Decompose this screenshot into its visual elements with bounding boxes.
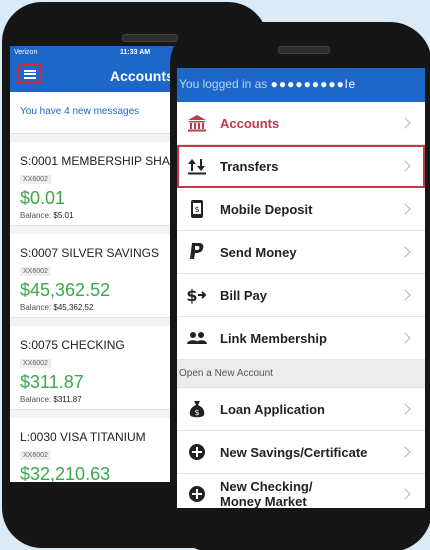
account-row[interactable]: S:0075 CHECKING XX6002 $311.87 Balance: … (10, 326, 186, 410)
menu-item-label-line1: New Checking/ (220, 478, 313, 494)
balance-value: $45,362.52 (53, 303, 94, 312)
balance-label: Balance: (20, 395, 52, 404)
account-balance: Balance: $5.01 (20, 211, 186, 220)
menu-item-label: Transfers (220, 158, 279, 174)
front-phone: You logged in as ●●●●●●●●●le Accounts Tr… (170, 22, 430, 550)
svg-text:$: $ (194, 205, 199, 214)
menu-item-accounts[interactable]: Accounts (177, 102, 425, 145)
svg-text:$: $ (186, 286, 197, 304)
carrier-label: Verizon (14, 49, 38, 56)
accounts-screen: Verizon 11:33 AM Accounts You have 4 new… (10, 46, 186, 482)
account-name: S:0075 CHECKING (20, 338, 125, 352)
menu-item-new-checking[interactable]: New Checking/Money Market (177, 474, 425, 508)
account-row[interactable]: S:0001 MEMBERSHIP SHARE XX6002 $0.01 Bal… (10, 142, 186, 226)
menu-item-loan-application[interactable]: $ Loan Application (177, 388, 425, 431)
chevron-right-icon (399, 117, 411, 129)
bank-icon (186, 112, 208, 134)
account-amount: $45,362.52 (20, 280, 111, 300)
account-number: XX6002 (20, 267, 51, 276)
chevron-right-icon (399, 487, 411, 500)
menu-item-label: Bill Pay (220, 287, 267, 303)
menu-item-label: New Savings/Certificate (220, 444, 368, 460)
account-name: L:0030 VISA TITANIUM (20, 430, 146, 444)
account-balance: Balance: $311.87 (20, 395, 186, 404)
account-amount: $32,210.63 (20, 464, 111, 482)
balance-value: $5.01 (53, 211, 74, 220)
menu-item-bill-pay[interactable]: $ Bill Pay (177, 274, 425, 317)
balance-label: Balance: (20, 211, 52, 220)
chevron-right-icon (399, 332, 411, 344)
chevron-right-icon (399, 246, 411, 258)
menu-item-label: Mobile Deposit (220, 201, 313, 217)
paypal-icon (186, 241, 208, 263)
phone-speaker (278, 46, 330, 54)
balance-label: Balance: (20, 303, 52, 312)
menu-item-transfers[interactable]: Transfers (177, 145, 425, 188)
status-bar: Verizon 11:33 AM (10, 46, 186, 60)
phone-speaker (122, 34, 178, 42)
svg-text:$: $ (194, 408, 199, 417)
logged-in-bar: You logged in as ●●●●●●●●●le (177, 68, 425, 102)
menu-item-label: Send Money (220, 244, 297, 260)
menu-item-label: Loan Application (220, 401, 325, 417)
account-amount: $0.01 (20, 188, 66, 208)
account-row[interactable]: L:0030 VISA TITANIUM XX6002 $32,210.63 (10, 418, 186, 482)
mobile-deposit-icon: $ (186, 198, 208, 220)
logged-in-text: You logged in as (179, 77, 268, 91)
account-number: XX6002 (20, 175, 51, 184)
account-number: XX6002 (20, 451, 51, 460)
page-title: Accounts (110, 68, 174, 84)
menu-item-send-money[interactable]: Send Money (177, 231, 425, 274)
account-amount: $311.87 (20, 372, 84, 392)
plus-circle-icon (186, 483, 208, 505)
chevron-right-icon (399, 403, 411, 415)
account-row[interactable]: S:0007 SILVER SAVINGS XX6002 $45,362.52 … (10, 234, 186, 318)
chevron-right-icon (399, 160, 411, 172)
hamburger-icon (24, 69, 36, 79)
account-number: XX6002 (20, 359, 51, 368)
scene: Verizon 11:33 AM Accounts You have 4 new… (0, 0, 430, 550)
logged-in-user: ●●●●●●●●●le (270, 77, 357, 91)
people-icon (186, 327, 208, 349)
account-name: S:0007 SILVER SAVINGS (20, 246, 159, 260)
menu-item-label-line2: Money Market (220, 493, 307, 509)
messages-link[interactable]: You have 4 new messages (10, 92, 186, 134)
status-time: 11:33 AM (120, 49, 151, 56)
menu-item-label: Link Membership (220, 330, 327, 346)
balance-value: $311.87 (53, 395, 82, 404)
account-name: S:0001 MEMBERSHIP SHARE (20, 154, 186, 168)
chevron-right-icon (399, 446, 411, 458)
app-header: Accounts (10, 60, 186, 92)
menu-item-label: Accounts (220, 115, 280, 131)
menu-item-new-savings[interactable]: New Savings/Certificate (177, 431, 425, 474)
menu-screen: You logged in as ●●●●●●●●●le Accounts Tr… (177, 68, 425, 508)
menu-item-label: New Checking/Money Market (220, 479, 401, 509)
menu-item-link-membership[interactable]: Link Membership (177, 317, 425, 360)
section-header: Open a New Account (177, 360, 425, 388)
chevron-right-icon (399, 203, 411, 215)
account-balance: Balance: $45,362.52 (20, 303, 186, 312)
transfer-arrows-icon (186, 155, 208, 177)
menu-button[interactable] (18, 64, 42, 84)
money-bag-icon: $ (186, 398, 208, 420)
plus-circle-icon (186, 441, 208, 463)
chevron-right-icon (399, 289, 411, 301)
bill-pay-icon: $ (186, 284, 208, 306)
menu-item-mobile-deposit[interactable]: $ Mobile Deposit (177, 188, 425, 231)
